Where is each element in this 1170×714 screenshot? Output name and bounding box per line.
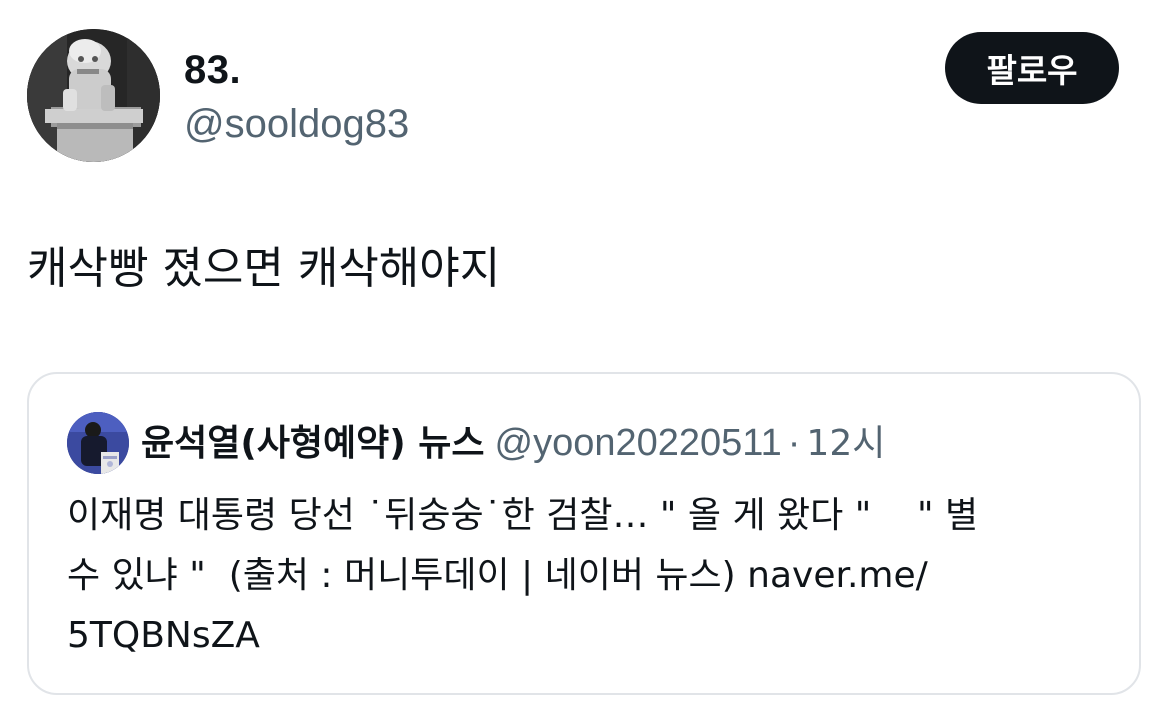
separator-dot: · <box>787 422 801 464</box>
author-avatar[interactable] <box>27 29 160 162</box>
quote-body-line: 수 있냐 " (출처 : 머니투데이 | 네이버 뉴스) naver.me/ <box>67 555 928 596</box>
quote-body: 이재명 대통령 당선 ˙뒤숭숭˙한 검찰… " 올 게 왔다 " " 별 수 있… <box>67 486 1107 666</box>
quote-author-name[interactable]: 윤석열(사형예약) 뉴스 <box>141 423 485 464</box>
quote-timestamp[interactable]: 12시 <box>806 423 885 464</box>
person-at-podium-avatar-icon <box>67 412 129 474</box>
quote-body-line: 5TQBNsZA <box>67 615 260 656</box>
quote-author-handle[interactable]: @yoon20220511 <box>495 422 782 464</box>
quote-author-avatar[interactable] <box>67 412 129 474</box>
quote-header: 윤석열(사형예약) 뉴스 @yoon20220511 · 12시 <box>141 418 885 469</box>
quote-tweet-card[interactable]: 윤석열(사형예약) 뉴스 @yoon20220511 · 12시 이재명 대통령 당선… <box>27 372 1141 695</box>
author-display-name[interactable]: 83. <box>184 46 241 94</box>
follow-button[interactable]: 팔로우 <box>945 32 1119 104</box>
stone-haetae-statue-avatar-icon <box>27 29 160 162</box>
quote-body-line: 이재명 대통령 당선 ˙뒤숭숭˙한 검찰… " 올 게 왔다 " " 별 <box>67 495 979 536</box>
author-handle[interactable]: @sooldog83 <box>184 100 409 148</box>
tweet-text: 캐삭빵 졌으면 캐삭해야지 <box>27 243 501 294</box>
